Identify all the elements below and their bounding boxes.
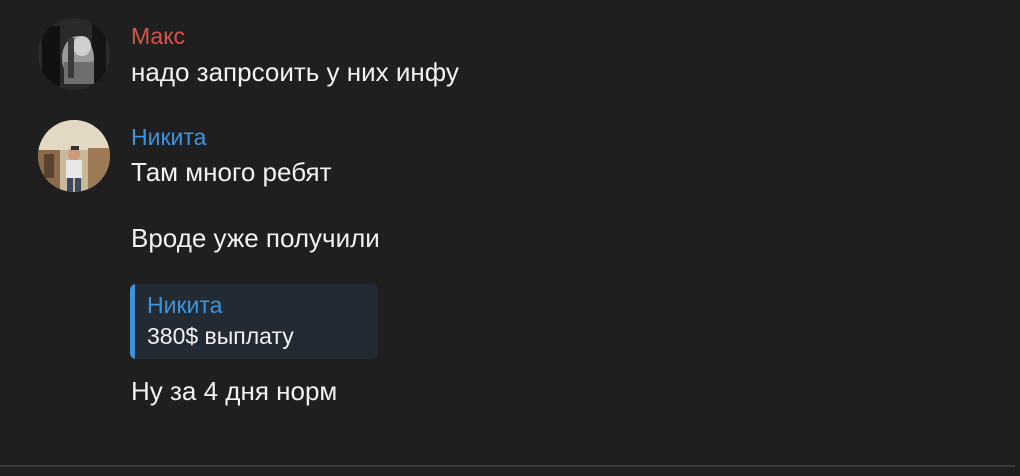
quote-accent-bar [130, 284, 135, 359]
divider [0, 465, 1015, 467]
sender-name[interactable]: Макс [131, 22, 185, 50]
sender-name[interactable]: Никита [131, 123, 206, 151]
message-text: Вроде уже получили [131, 223, 380, 253]
avatar-maks[interactable] [38, 18, 110, 90]
chat-view: Макс надо запрсоить у них инфу Никита Та… [0, 0, 1020, 476]
avatar-maks-image [38, 18, 110, 90]
quote-text: 380$ выплату [147, 323, 294, 349]
message-text: Там много ребят [131, 157, 332, 187]
reply-quote[interactable]: Никита 380$ выплату [130, 284, 378, 359]
message-text: надо запрсоить у них инфу [131, 57, 459, 87]
quote-author: Никита [147, 292, 223, 318]
avatar-nikita-image [38, 120, 110, 192]
message-text: Ну за 4 дня норм [131, 376, 338, 406]
avatar-nikita[interactable] [38, 120, 110, 192]
